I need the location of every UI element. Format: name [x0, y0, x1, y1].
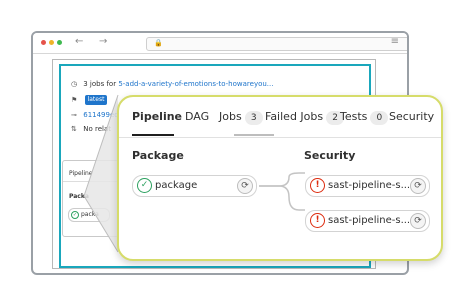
job-name: sast-pipeline-s... — [328, 215, 411, 226]
retry-icon[interactable]: ⟳ — [410, 178, 426, 194]
pipeline-callout: Pipeline DAG Jobs 3 Failed Jobs 2 Tests 0 S… — [117, 95, 443, 261]
connector-to-security-2 — [259, 185, 305, 211]
failed-status-icon: ! — [310, 178, 325, 193]
job-sast-pipeline-2[interactable]: ! sast-pipeline-s... ⟳ — [305, 210, 430, 232]
retry-icon[interactable]: ⟳ — [237, 178, 253, 194]
success-status-icon: ✓ — [137, 178, 152, 193]
connector-to-security-1 — [259, 172, 305, 187]
job-name: package — [155, 180, 198, 191]
job-sast-pipeline-1[interactable]: ! sast-pipeline-s... ⟳ — [305, 175, 430, 197]
retry-icon[interactable]: ⟳ — [410, 213, 426, 229]
job-name: sast-pipeline-s... — [328, 180, 411, 191]
failed-status-icon: ! — [310, 213, 325, 228]
zoom-beam-shape — [84, 95, 118, 252]
job-package[interactable]: ✓ package ⟳ — [132, 175, 257, 197]
